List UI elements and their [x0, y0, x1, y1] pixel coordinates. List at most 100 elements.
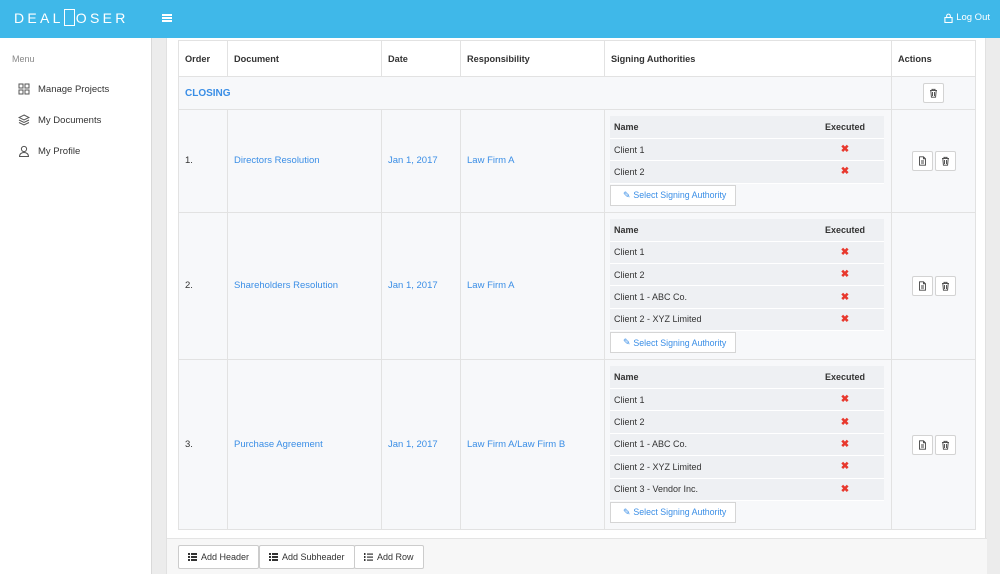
view-document-button[interactable] [911, 275, 933, 296]
add-subheader-label: Add Subheader [282, 552, 345, 562]
signer-name: Client 1 [610, 388, 806, 412]
logout-label: Log Out [956, 12, 990, 23]
responsibility-link[interactable]: Law Firm A [467, 280, 515, 291]
signing-authorities-cell: Name Executed Client 1 ✖ Client 2 ✖ Client … [604, 211, 892, 361]
layers-icon [18, 114, 30, 126]
brand-logo[interactable]: DEAL OSER [14, 9, 129, 26]
table-row: 3. Purchase Agreement Jan 1, 2017 Law Fi… [178, 359, 976, 530]
add-header-button[interactable]: Add Header [178, 545, 260, 569]
signer-name: Client 1 - ABC Co. [610, 285, 806, 309]
not-executed-icon[interactable]: ✖ [841, 166, 849, 177]
section-title[interactable]: CLOSING [179, 88, 231, 99]
not-executed-icon[interactable]: ✖ [841, 314, 849, 325]
signer-row: Client 2 - XYZ Limited ✖ [610, 308, 884, 332]
sidebar-item-my-documents[interactable]: My Documents [18, 114, 101, 126]
date-link[interactable]: Jan 1, 2017 [388, 155, 438, 166]
add-row-label: Add Row [377, 552, 414, 562]
signing-authorities-cell: Name Executed Client 1 ✖ Client 2 ✖ ✎ Select… [604, 109, 892, 213]
signing-authorities-table: Name Executed Client 1 ✖ Client 2 ✖ Client … [610, 218, 884, 332]
not-executed-icon[interactable]: ✖ [841, 144, 849, 155]
column-header-document: Document [227, 40, 382, 77]
signer-name: Client 2 [610, 410, 806, 434]
sig-header-executed: Executed [806, 366, 884, 390]
signer-name: Client 2 [610, 263, 806, 287]
signer-row: Client 1 ✖ [610, 138, 884, 162]
not-executed-icon[interactable]: ✖ [841, 247, 849, 258]
ordered-list-icon [364, 553, 373, 561]
signer-name: Client 2 - XYZ Limited [610, 455, 806, 479]
not-executed-icon[interactable]: ✖ [841, 461, 849, 472]
delete-row-button[interactable] [934, 434, 956, 455]
trash-icon [930, 88, 937, 98]
row-actions [891, 359, 976, 530]
top-navbar: DEAL OSER Log Out [0, 0, 1000, 38]
document-link[interactable]: Purchase Agreement [234, 439, 323, 450]
table-header-row: Order Document Date Responsibility Signi… [178, 40, 976, 77]
signer-name: Client 1 [610, 241, 806, 264]
responsibility-link[interactable]: Law Firm A [467, 155, 515, 166]
delete-row-button[interactable] [934, 150, 956, 171]
logout-button[interactable]: Log Out [944, 12, 990, 23]
select-signing-authority-button[interactable]: ✎ Select Signing Authority [610, 184, 737, 206]
sig-header-executed: Executed [806, 116, 884, 139]
section-header-row: CLOSING [178, 76, 976, 110]
list-icon [188, 553, 197, 561]
not-executed-icon[interactable]: ✖ [841, 417, 849, 428]
document-link[interactable]: Directors Resolution [234, 155, 320, 166]
sidebar-item-label: My Documents [38, 114, 102, 126]
signer-row: Client 2 ✖ [610, 160, 884, 184]
sidebar-item-label: My Profile [38, 145, 81, 157]
not-executed-icon[interactable]: ✖ [841, 484, 849, 495]
signer-row: Client 1 ✖ [610, 388, 884, 412]
sidebar: Menu Manage Projects My Documents My Pro… [0, 38, 152, 574]
signer-name: Client 3 - Vendor Inc. [610, 478, 806, 501]
pencil-icon: ✎ [623, 189, 631, 200]
main-content: Order Document Date Responsibility Signi… [166, 38, 987, 574]
not-executed-icon[interactable]: ✖ [841, 292, 849, 303]
signer-name: Client 1 [610, 138, 806, 162]
sidebar-item-manage-projects[interactable]: Manage Projects [18, 83, 109, 95]
documents-table: Order Document Date Responsibility Signi… [178, 40, 976, 530]
sidebar-title: Menu [12, 54, 35, 64]
add-row-button[interactable]: Add Row [354, 545, 424, 569]
signer-row: Client 3 - Vendor Inc. ✖ [610, 478, 884, 501]
add-subheader-button[interactable]: Add Subheader [259, 545, 355, 569]
trash-icon [941, 156, 949, 166]
not-executed-icon[interactable]: ✖ [841, 394, 849, 405]
row-actions [891, 109, 976, 213]
signing-authorities-cell: Name Executed Client 1 ✖ Client 2 ✖ Client … [604, 359, 892, 530]
brand-bracket-icon [63, 9, 75, 26]
row-order: 2. [178, 211, 228, 361]
not-executed-icon[interactable]: ✖ [841, 269, 849, 280]
sidebar-item-my-profile[interactable]: My Profile [18, 145, 80, 157]
select-signing-authority-button[interactable]: ✎ Select Signing Authority [610, 332, 737, 354]
date-link[interactable]: Jan 1, 2017 [388, 280, 438, 291]
pencil-icon: ✎ [623, 337, 631, 348]
view-document-button[interactable] [911, 434, 933, 455]
file-icon [918, 281, 926, 291]
hamburger-menu-icon[interactable] [162, 14, 172, 22]
section-actions [891, 76, 976, 110]
row-order: 3. [178, 359, 228, 530]
sig-header-executed: Executed [806, 218, 884, 242]
view-document-button[interactable] [911, 150, 933, 171]
responsibility-link[interactable]: Law Firm A/Law Firm B [467, 439, 565, 450]
sidebar-item-label: Manage Projects [38, 83, 110, 95]
document-link[interactable]: Shareholders Resolution [234, 280, 338, 291]
signer-name: Client 2 - XYZ Limited [610, 308, 806, 332]
column-header-date: Date [381, 40, 461, 77]
not-executed-icon[interactable]: ✖ [841, 439, 849, 450]
select-signing-authority-button[interactable]: ✎ Select Signing Authority [610, 501, 737, 523]
date-link[interactable]: Jan 1, 2017 [388, 439, 438, 450]
signer-name: Client 1 - ABC Co. [610, 433, 806, 457]
signer-row: Client 1 ✖ [610, 241, 884, 264]
signer-row: Client 2 - XYZ Limited ✖ [610, 455, 884, 479]
table-row: 2. Shareholders Resolution Jan 1, 2017 L… [178, 211, 976, 361]
sig-header-name: Name [610, 218, 806, 242]
delete-row-button[interactable] [934, 275, 956, 296]
signer-row: Client 1 - ABC Co. ✖ [610, 433, 884, 457]
signer-row: Client 2 ✖ [610, 263, 884, 287]
row-order: 1. [178, 109, 228, 213]
delete-section-button[interactable] [923, 83, 944, 103]
lock-icon [944, 13, 953, 23]
